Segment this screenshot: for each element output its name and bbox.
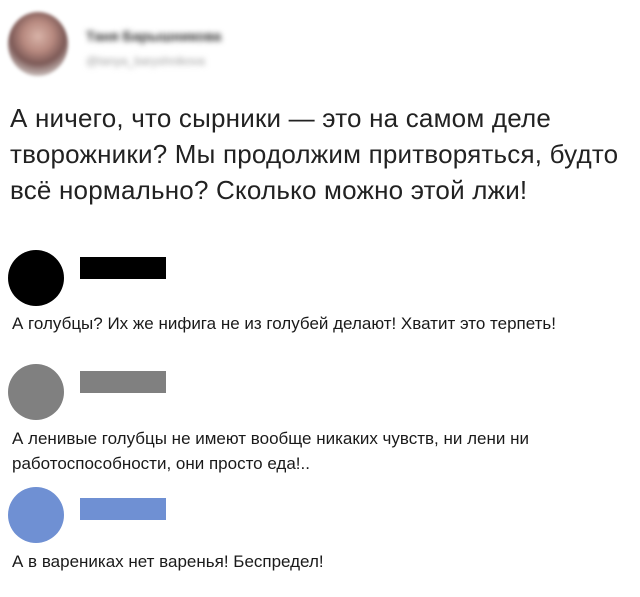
comment-avatar[interactable] bbox=[8, 487, 64, 543]
comment-author-name[interactable] bbox=[80, 371, 166, 393]
comment-author-name[interactable] bbox=[80, 257, 166, 279]
author-handle: @tanya_baryshnikova bbox=[86, 54, 205, 68]
comment-text: А ленивые голубцы не имеют вообще никаки… bbox=[12, 429, 529, 473]
comment-author-name[interactable] bbox=[80, 498, 166, 520]
comment-text: А голубцы? Их же нифига не из голубей де… bbox=[12, 314, 557, 333]
post-text: А ничего, что сырники — это на самом дел… bbox=[10, 103, 619, 205]
author-avatar[interactable] bbox=[8, 12, 68, 76]
post-header: Таня Барышникова @tanya_baryshnikova bbox=[8, 10, 608, 80]
comment-text: А в варениках нет варенья! Беспредел! bbox=[12, 552, 324, 571]
author-name[interactable]: Таня Барышникова bbox=[86, 28, 221, 44]
comment-avatar[interactable] bbox=[8, 250, 64, 306]
comment-avatar[interactable] bbox=[8, 364, 64, 420]
